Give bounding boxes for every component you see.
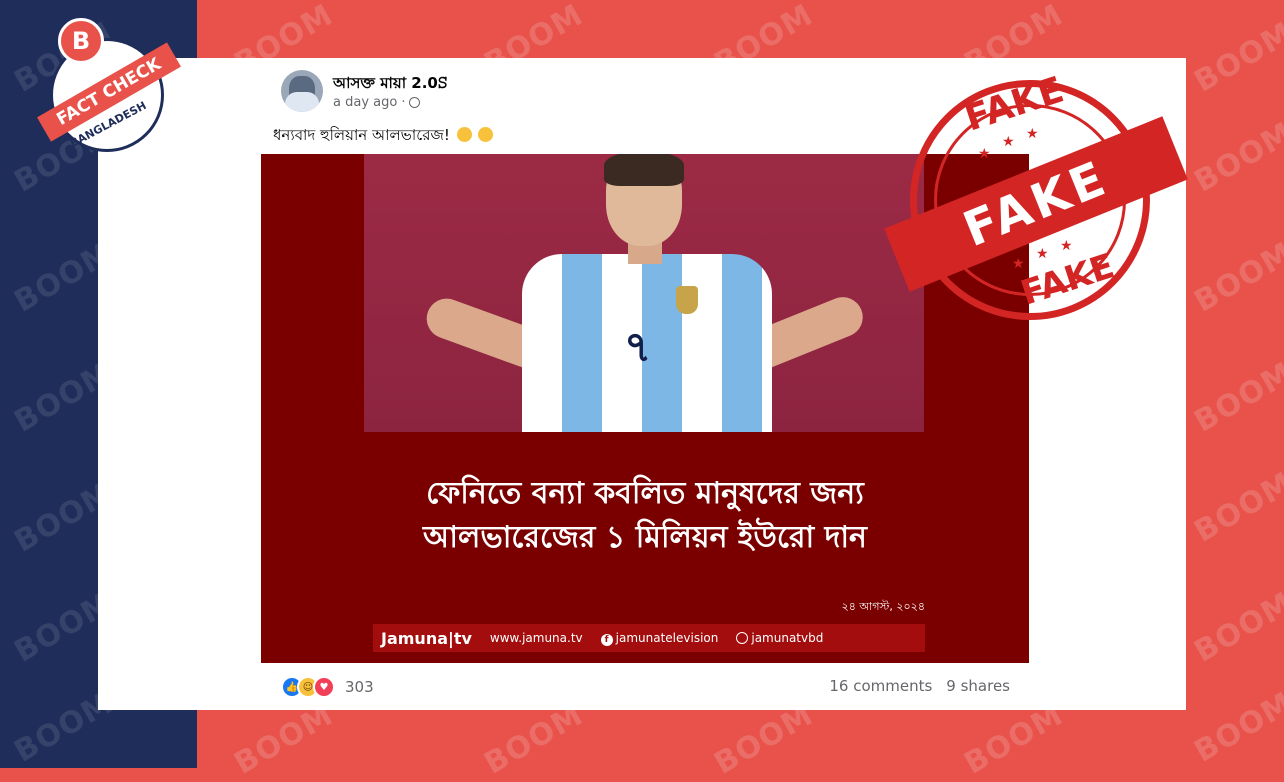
site-url: www.jamuna.tv — [489, 631, 583, 645]
youtube-icon — [736, 632, 749, 644]
jamuna-logo: Jamuna|tv — [381, 628, 472, 648]
reactions-summary[interactable]: 👍 ☺ ♥ 303 — [281, 676, 374, 698]
star-icon: ★ — [978, 146, 991, 162]
reaction-count: 303 — [345, 678, 374, 696]
image-footer-bar: Jamuna|tv www.jamuna.tv f jamunatelevisio… — [373, 624, 925, 652]
jersey-number: ৭ — [624, 322, 652, 371]
post-meta: a day ago · — [333, 95, 421, 110]
engagement-counts: 16 comments 9 shares — [829, 677, 1010, 695]
star-icon: ★ — [1060, 238, 1073, 254]
fact-check-badge: B FACT CHECK BANGLADESH — [37, 18, 181, 153]
facebook-icon: f — [600, 633, 613, 646]
author-avatar[interactable] — [281, 70, 323, 112]
globe-icon — [409, 97, 421, 108]
star-icon: ★ — [1012, 256, 1025, 272]
post-time[interactable]: a day ago — [333, 95, 397, 110]
star-icon: ★ — [1002, 134, 1015, 150]
author-name[interactable]: আসক্ত মায়া 2.0ꕶ — [333, 72, 447, 97]
comments-link[interactable]: 16 comments — [829, 677, 932, 695]
post-caption: ধন্যবাদ হুলিয়ান আলভারেজ! — [273, 124, 494, 149]
boom-logo: B — [58, 18, 104, 64]
image-date: ২৪ আগস্ট, ২০২৪ — [841, 600, 925, 613]
love-icon: ♥ — [313, 676, 335, 698]
shares-link[interactable]: 9 shares — [946, 677, 1010, 695]
emoji-icon — [478, 127, 494, 142]
player-photo: ৭ — [364, 154, 924, 432]
fake-stamp: FAKE FAKE FAKE ★ ★ ★ ★ ★ ★ — [884, 69, 1188, 340]
crest-icon — [676, 286, 698, 314]
image-headline: ফেনিতে বন্যা কবলিত মানুষদের জন্য আলভারেজ… — [423, 476, 867, 555]
emoji-icon — [456, 127, 472, 142]
star-icon: ★ — [1036, 246, 1049, 262]
star-icon: ★ — [1026, 126, 1039, 142]
